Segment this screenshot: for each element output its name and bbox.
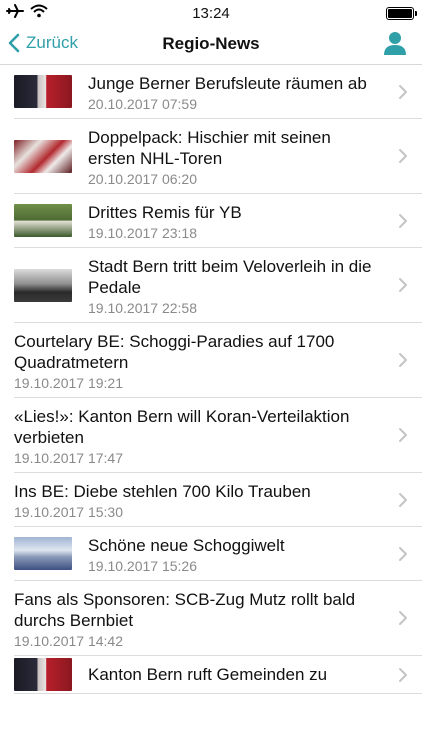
list-item[interactable]: Courtelary BE: Schoggi-Paradies auf 1700… (14, 323, 422, 398)
list-item[interactable]: «Lies!»: Kanton Bern will Koran-Verteila… (14, 398, 422, 473)
chevron-right-icon (399, 149, 407, 163)
article-text: Junge Berner Berufsleute räumen ab 20.10.… (88, 65, 367, 118)
list-item[interactable]: Junge Berner Berufsleute räumen ab 20.10.… (14, 65, 422, 119)
status-time: 13:24 (192, 5, 230, 22)
article-title: Doppelpack: Hischier mit seinen ersten N… (88, 128, 331, 168)
article-date: 19.10.2017 15:26 (88, 558, 197, 574)
list-item-content: Doppelpack: Hischier mit seinen ersten N… (14, 119, 422, 193)
article-thumbnail (14, 268, 72, 302)
chevron-right-icon (399, 213, 407, 228)
list-item[interactable]: Ins BE: Diebe stehlen 700 Kilo Trauben 19… (14, 473, 422, 527)
article-date: 20.10.2017 06:20 (88, 171, 197, 187)
article-text: «Lies!»: Kanton Bern will Koran-Verteila… (14, 398, 382, 472)
list-item-content: Fans als Sponsoren: SCB-Zug Mutz rollt b… (14, 581, 422, 655)
article-title: Ins BE: Diebe stehlen 700 Kilo Trauben (14, 482, 311, 501)
article-title: Stadt Bern tritt beim Veloverleih in die… (88, 257, 372, 297)
list-item-content: Stadt Bern tritt beim Veloverleih in die… (14, 248, 422, 322)
article-thumbnail (14, 139, 72, 173)
article-date: 19.10.2017 17:47 (14, 450, 123, 466)
list-item[interactable]: Doppelpack: Hischier mit seinen ersten N… (14, 119, 422, 194)
article-thumbnail (14, 537, 72, 570)
profile-icon[interactable] (382, 30, 408, 56)
page-title: Regio-News (162, 34, 260, 53)
news-list: Junge Berner Berufsleute räumen ab 20.10.… (0, 65, 422, 694)
article-text: Schöne neue Schoggiwelt 19.10.2017 15:26 (88, 527, 285, 580)
article-thumbnail (14, 658, 72, 691)
article-text: Stadt Bern tritt beim Veloverleih in die… (88, 248, 382, 322)
article-thumbnail (14, 75, 72, 108)
article-title: «Lies!»: Kanton Bern will Koran-Verteila… (14, 407, 350, 447)
chevron-right-icon (399, 353, 407, 367)
list-item-content: Ins BE: Diebe stehlen 700 Kilo Trauben 19… (14, 473, 422, 526)
chevron-right-icon (399, 492, 407, 507)
status-bar: 13:24 (0, 0, 422, 26)
list-item[interactable]: Schöne neue Schoggiwelt 19.10.2017 15:26 (14, 527, 422, 581)
article-title: Kanton Bern ruft Gemeinden zu (88, 665, 328, 684)
chevron-right-icon (399, 428, 407, 442)
article-text: Doppelpack: Hischier mit seinen ersten N… (88, 119, 382, 193)
chevron-right-icon (399, 84, 407, 99)
battery-icon (386, 7, 417, 20)
list-item-content: Schöne neue Schoggiwelt 19.10.2017 15:26 (14, 527, 422, 580)
article-text: Courtelary BE: Schoggi-Paradies auf 1700… (14, 323, 382, 397)
list-item-content: Kanton Bern ruft Gemeinden zu (14, 656, 422, 693)
list-item-content: Junge Berner Berufsleute räumen ab 20.10.… (14, 65, 422, 118)
article-date: 19.10.2017 19:21 (14, 375, 123, 391)
list-item-content: «Lies!»: Kanton Bern will Koran-Verteila… (14, 398, 422, 472)
article-date: 19.10.2017 14:42 (14, 633, 123, 649)
article-date: 20.10.2017 07:59 (88, 96, 197, 112)
list-item[interactable]: Kanton Bern ruft Gemeinden zu (14, 656, 422, 694)
article-title: Courtelary BE: Schoggi-Paradies auf 1700… (14, 332, 335, 372)
article-date: 19.10.2017 23:18 (88, 225, 197, 241)
chevron-right-icon (399, 278, 407, 292)
chevron-right-icon (399, 611, 407, 625)
article-date: 19.10.2017 15:30 (14, 504, 123, 520)
article-title: Junge Berner Berufsleute räumen ab (88, 74, 367, 93)
chevron-right-icon (399, 667, 407, 682)
list-item[interactable]: Stadt Bern tritt beim Veloverleih in die… (14, 248, 422, 323)
list-item[interactable]: Drittes Remis für YB 19.10.2017 23:18 (14, 194, 422, 248)
list-item-content: Drittes Remis für YB 19.10.2017 23:18 (14, 194, 422, 247)
article-title: Schöne neue Schoggiwelt (88, 536, 285, 555)
article-thumbnail (14, 204, 72, 237)
article-date: 19.10.2017 22:58 (88, 300, 197, 316)
article-text: Ins BE: Diebe stehlen 700 Kilo Trauben 19… (14, 473, 311, 526)
article-text: Kanton Bern ruft Gemeinden zu (88, 656, 327, 693)
article-text: Fans als Sponsoren: SCB-Zug Mutz rollt b… (14, 581, 382, 655)
navigation-bar: Zurück Regio-News (0, 26, 422, 65)
article-text: Drittes Remis für YB 19.10.2017 23:18 (88, 194, 242, 247)
list-item[interactable]: Fans als Sponsoren: SCB-Zug Mutz rollt b… (14, 581, 422, 656)
chevron-right-icon (399, 546, 407, 561)
article-title: Fans als Sponsoren: SCB-Zug Mutz rollt b… (14, 590, 356, 630)
list-item-content: Courtelary BE: Schoggi-Paradies auf 1700… (14, 323, 422, 397)
article-title: Drittes Remis für YB (88, 203, 242, 222)
